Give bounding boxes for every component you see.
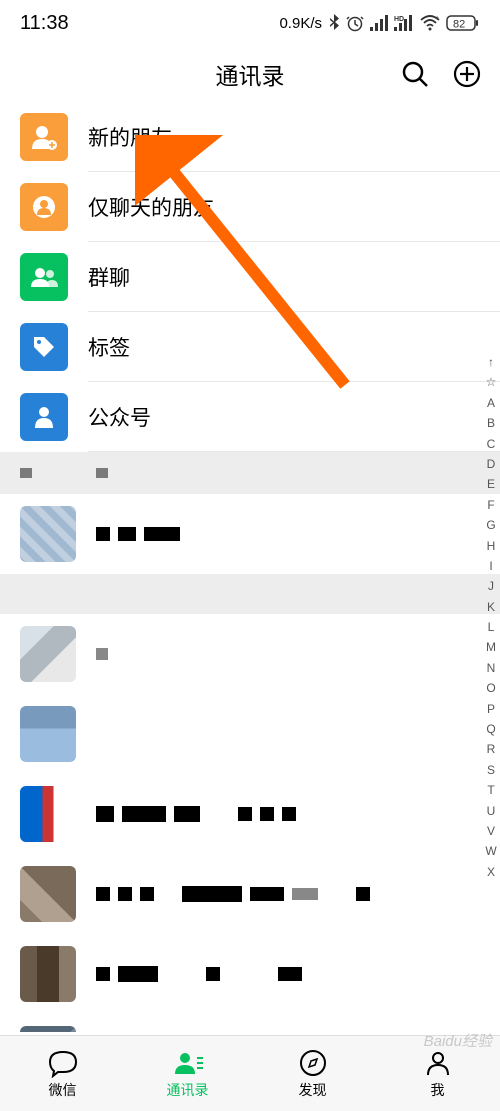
signal-icon: [370, 15, 388, 31]
alarm-icon: [346, 14, 364, 32]
status-icons: 0.9K/s HD + 82: [279, 14, 480, 32]
contact-name: [96, 806, 296, 822]
index-letter[interactable]: G: [486, 515, 495, 535]
chat-person-icon: [28, 191, 60, 223]
nav-item-discover[interactable]: 发现: [250, 1036, 375, 1111]
index-letter[interactable]: U: [487, 801, 496, 821]
index-letter[interactable]: M: [486, 637, 496, 657]
nav-item-contacts[interactable]: 通讯录: [125, 1036, 250, 1111]
contact-avatar: [20, 866, 76, 922]
status-bar: 11:38 0.9K/s HD + 82: [0, 0, 500, 46]
official-icon: [29, 402, 59, 432]
index-letter[interactable]: O: [486, 678, 495, 698]
group-icon: [28, 261, 60, 293]
contact-avatar: [20, 626, 76, 682]
index-letter[interactable]: X: [487, 862, 495, 882]
contact-name: [96, 886, 370, 902]
contact-avatar: [20, 946, 76, 1002]
svg-text:+: +: [435, 15, 439, 22]
add-icon[interactable]: [452, 59, 482, 89]
index-letter[interactable]: B: [487, 413, 495, 433]
contact-name: [96, 527, 180, 541]
chat-icon: [46, 1048, 80, 1078]
func-label: 仅聊天的朋友: [88, 192, 214, 222]
func-label: 群聊: [88, 262, 130, 292]
contacts-icon: [172, 1048, 204, 1078]
svg-text:82: 82: [453, 19, 465, 31]
tag-icon: [29, 332, 59, 362]
index-letter[interactable]: H: [487, 536, 496, 556]
person-add-icon: [28, 121, 60, 153]
contact-avatar: [20, 706, 76, 762]
discover-icon: [298, 1048, 328, 1078]
contact-item[interactable]: [0, 494, 500, 574]
index-letter[interactable]: V: [487, 821, 495, 841]
index-letter[interactable]: I: [489, 556, 492, 576]
section-divider: [0, 574, 500, 614]
index-letter[interactable]: P: [487, 699, 495, 719]
index-letter[interactable]: F: [487, 495, 494, 515]
search-icon[interactable]: [400, 59, 430, 89]
index-letter[interactable]: N: [487, 658, 496, 678]
status-time: 11:38: [20, 12, 69, 35]
func-label: 新的朋友: [88, 122, 172, 152]
index-letter[interactable]: S: [487, 760, 495, 780]
page-title: 通讯录: [216, 57, 285, 91]
func-label: 标签: [88, 332, 130, 362]
index-letter[interactable]: J: [488, 576, 494, 596]
index-letter[interactable]: R: [487, 739, 496, 759]
signal-hd-icon: HD: [394, 15, 414, 31]
contact-avatar: [20, 1026, 76, 1032]
index-letter[interactable]: C: [487, 434, 496, 454]
contact-name: [96, 648, 108, 660]
index-letter[interactable]: L: [488, 617, 495, 637]
contact-item[interactable]: [0, 694, 500, 774]
wifi-icon: +: [420, 15, 440, 31]
index-letter[interactable]: E: [487, 474, 495, 494]
index-letter[interactable]: ↑: [488, 352, 494, 372]
index-letter[interactable]: K: [487, 597, 495, 617]
index-letter[interactable]: Q: [486, 719, 495, 739]
me-icon: [423, 1048, 453, 1078]
nav-label: 微信: [49, 1080, 77, 1100]
func-item-tags[interactable]: 标签: [0, 312, 500, 382]
contact-item[interactable]: [0, 614, 500, 694]
contact-item[interactable]: [0, 854, 500, 934]
index-letter[interactable]: A: [487, 393, 495, 413]
nav-item-wechat[interactable]: 微信: [0, 1036, 125, 1111]
svg-text:HD: HD: [394, 16, 404, 23]
nav-label: 我: [431, 1080, 445, 1100]
status-speed: 0.9K/s: [279, 15, 322, 32]
index-bar[interactable]: ↑ ☆ A B C D E F G H I J K L M N O P Q R …: [482, 352, 500, 882]
nav-label: 发现: [299, 1080, 327, 1100]
nav-label: 通讯录: [167, 1080, 209, 1100]
contact-name: [96, 966, 302, 982]
func-item-group-chat[interactable]: 群聊: [0, 242, 500, 312]
contact-item[interactable]: [0, 774, 500, 854]
func-label: 公众号: [88, 402, 151, 432]
contact-avatar: [20, 506, 76, 562]
contact-item[interactable]: [0, 934, 500, 1014]
func-item-official[interactable]: 公众号: [0, 382, 500, 452]
index-letter[interactable]: ☆: [486, 372, 497, 392]
battery-icon: 82: [446, 14, 480, 32]
bluetooth-icon: [328, 14, 340, 32]
index-letter[interactable]: T: [487, 780, 494, 800]
header: 通讯录: [0, 46, 500, 102]
section-header: [0, 452, 500, 494]
watermark: Baidu经验: [424, 1030, 492, 1051]
func-item-chat-only[interactable]: 仅聊天的朋友: [0, 172, 500, 242]
contact-avatar: [20, 786, 76, 842]
func-item-new-friends[interactable]: 新的朋友: [0, 102, 500, 172]
index-letter[interactable]: W: [485, 841, 496, 861]
index-letter[interactable]: D: [487, 454, 496, 474]
content-area: 新的朋友 仅聊天的朋友 群聊 标签 公众号: [0, 102, 500, 1032]
